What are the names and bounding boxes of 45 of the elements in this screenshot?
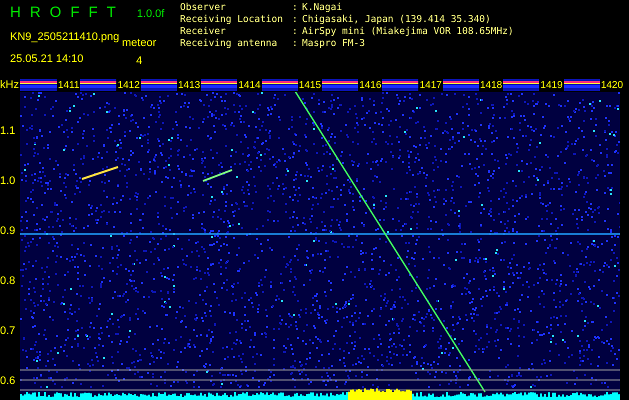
- time-label: 1420: [600, 78, 624, 92]
- date-time: 25.05.21 14:10: [10, 52, 84, 67]
- time-label: 1411: [56, 78, 80, 92]
- info-label: Receiving Location: [180, 14, 284, 26]
- signal-strip: [262, 79, 298, 91]
- info-separator: :: [292, 26, 299, 38]
- info-value: Chigasaki, Japan (139.414 35.340): [302, 14, 491, 26]
- info-label: Receiving antenna: [180, 38, 278, 50]
- signal-strip: [564, 79, 600, 91]
- frequency-label: 0.8: [0, 274, 16, 289]
- frequency-label: 0.6: [0, 374, 16, 389]
- time-label: 1416: [358, 78, 382, 92]
- unit-label: kHz: [0, 78, 20, 92]
- info-value: K.Nagai: [302, 2, 342, 14]
- frequency-label: 1.0: [0, 174, 16, 189]
- time-label: 1417: [418, 78, 443, 92]
- time-label: 1412: [116, 78, 141, 92]
- info-separator: :: [292, 2, 299, 14]
- signal-strip: [201, 79, 238, 91]
- meteor-label: meteor: [122, 36, 156, 50]
- app-title: HROFFT: [10, 3, 125, 23]
- signal-strip: [20, 79, 57, 91]
- signal-strip: [442, 79, 479, 91]
- info-value: Maspro FM-3: [302, 38, 365, 50]
- info-separator: :: [292, 38, 299, 50]
- info-separator: :: [292, 14, 299, 26]
- file-name: KN9_2505211410.png: [10, 30, 120, 44]
- frequency-label: 0.7: [0, 324, 16, 339]
- info-label: Receiver: [180, 26, 227, 38]
- time-label: 1413: [176, 78, 202, 92]
- frequency-label: 1.1: [0, 124, 16, 139]
- info-label: Observer: [180, 2, 227, 14]
- time-label: 1415: [298, 78, 322, 92]
- signal-strip: [503, 79, 540, 91]
- signal-strip: [80, 79, 117, 91]
- time-label: 1418: [479, 78, 504, 92]
- time-label: 1414: [237, 78, 262, 92]
- meteor-count: 4: [136, 54, 142, 69]
- frequency-label: 0.9: [0, 224, 16, 239]
- time-label: 1419: [539, 78, 564, 92]
- signal-strip: [322, 79, 358, 91]
- signal-strip: [382, 79, 419, 91]
- info-value: AirSpy mini (Miakejima VOR 108.65MHz): [302, 26, 514, 38]
- version-label: 1.0.0f: [136, 7, 164, 22]
- signal-strip: [140, 79, 177, 91]
